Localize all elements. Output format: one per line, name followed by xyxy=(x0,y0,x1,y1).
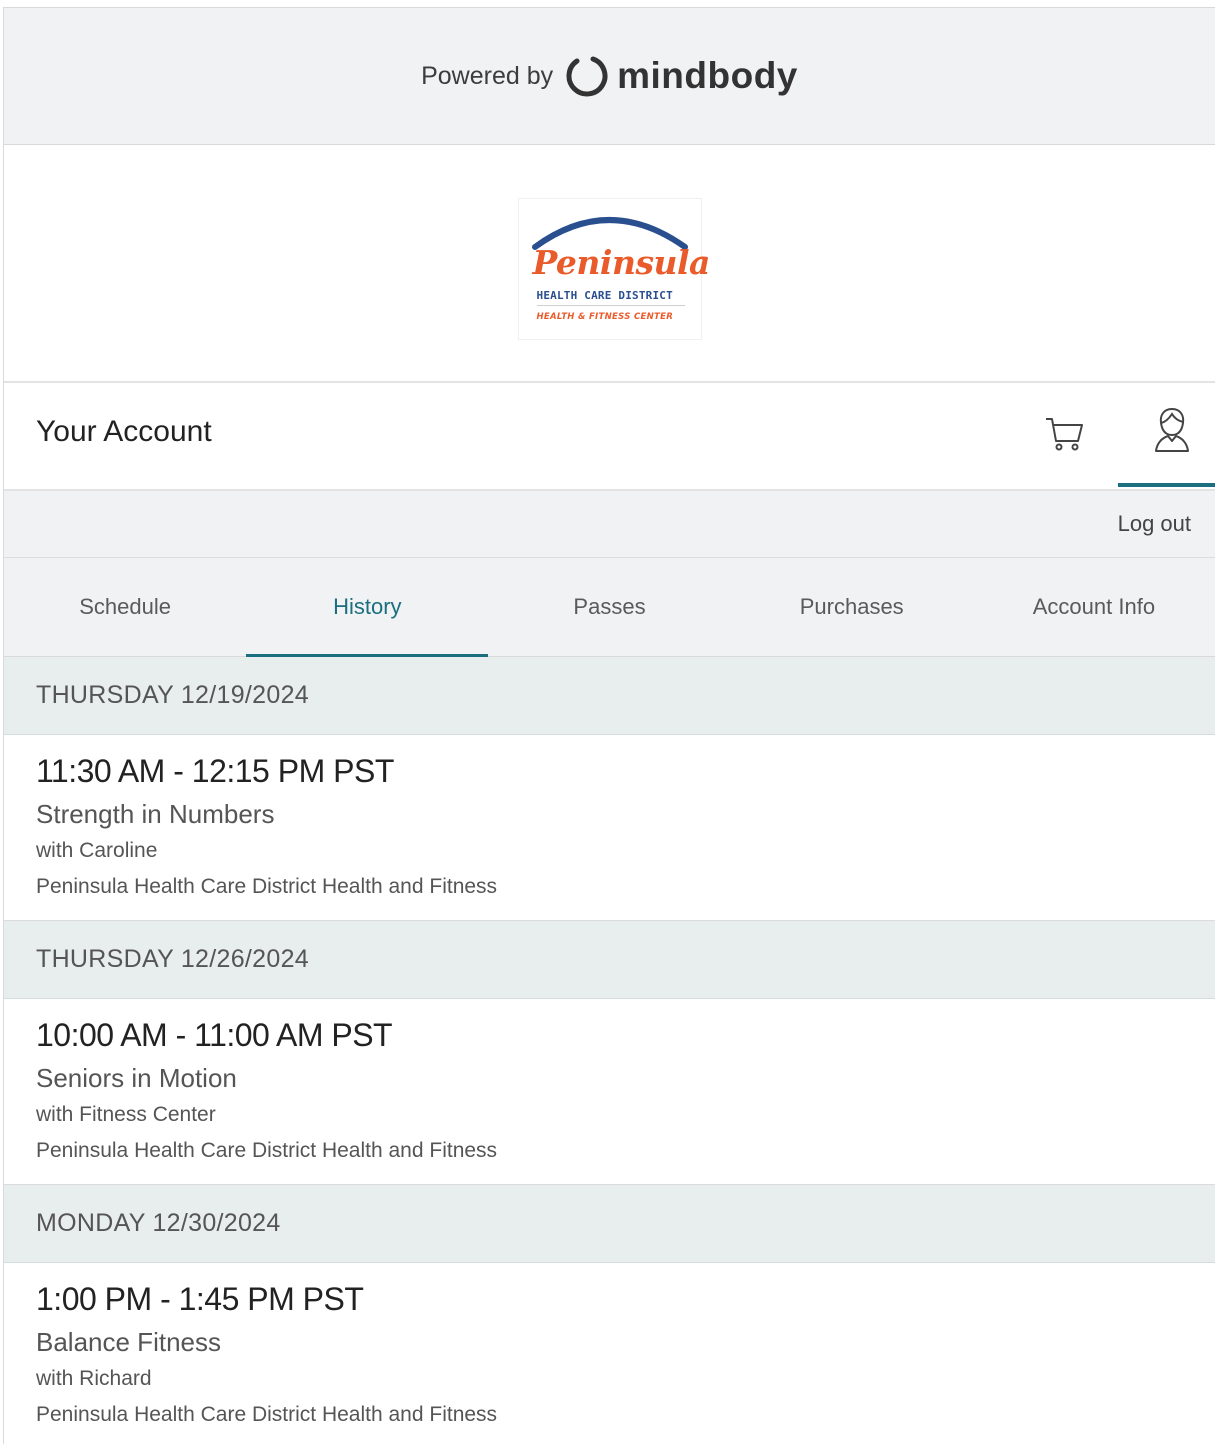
history-entry[interactable]: 11:30 AM - 12:15 PM PST Strength in Numb… xyxy=(4,735,1215,921)
history-entry[interactable]: 10:00 AM - 11:00 AM PST Seniors in Motio… xyxy=(4,999,1215,1185)
user-icon[interactable] xyxy=(1152,405,1192,455)
cart-icon[interactable] xyxy=(1042,411,1086,455)
logo-divider xyxy=(536,305,685,306)
page-title: Your Account xyxy=(36,415,212,448)
powered-by-bar: Powered by mindbody xyxy=(4,8,1215,145)
logout-link[interactable]: Log out xyxy=(1118,511,1191,537)
account-tabs: Schedule History Passes Purchases Accoun… xyxy=(4,558,1215,657)
logo-line-2: HEALTH & FITNESS CENTER xyxy=(536,312,674,322)
powered-by-label: Powered by xyxy=(421,61,554,90)
tab-account-info[interactable]: Account Info xyxy=(973,558,1215,656)
class-location: Peninsula Health Care District Health an… xyxy=(36,1403,498,1426)
day-header: THURSDAY 12/26/2024 xyxy=(4,921,1215,999)
class-instructor: with Richard xyxy=(36,1367,152,1390)
class-time: 10:00 AM - 11:00 AM PST xyxy=(36,1017,393,1053)
tab-schedule[interactable]: Schedule xyxy=(4,558,246,656)
day-header: MONDAY 12/30/2024 xyxy=(4,1185,1215,1263)
history-entry[interactable]: 1:00 PM - 1:45 PM PST Balance Fitness wi… xyxy=(4,1263,1215,1444)
account-header: Your Account xyxy=(4,383,1215,491)
studio-logo: Peninsula HEALTH CARE DISTRICT HEALTH & … xyxy=(517,198,710,340)
class-name: Balance Fitness xyxy=(36,1327,221,1357)
mindbody-wordmark: mindbody xyxy=(617,55,798,96)
mindbody-logo: mindbody xyxy=(563,53,798,99)
class-instructor: with Fitness Center xyxy=(36,1103,216,1126)
class-time: 1:00 PM - 1:45 PM PST xyxy=(36,1281,364,1317)
studio-brand-area: Peninsula HEALTH CARE DISTRICT HEALTH & … xyxy=(4,145,1215,383)
day-header: THURSDAY 12/19/2024 xyxy=(4,657,1215,735)
class-name: Seniors in Motion xyxy=(36,1063,237,1093)
class-instructor: with Caroline xyxy=(36,839,158,862)
profile-active-indicator xyxy=(1118,483,1215,487)
tab-purchases[interactable]: Purchases xyxy=(731,558,973,656)
logo-script-text: Peninsula xyxy=(532,243,711,282)
logo-line-1: HEALTH CARE DISTRICT xyxy=(536,289,673,302)
mindbody-ring-icon xyxy=(566,56,608,97)
class-location: Peninsula Health Care District Health an… xyxy=(36,1139,498,1162)
class-location: Peninsula Health Care District Health an… xyxy=(36,875,498,898)
class-name: Strength in Numbers xyxy=(36,799,275,829)
logout-bar: Log out xyxy=(4,491,1215,558)
tab-history[interactable]: History xyxy=(246,558,489,657)
tab-passes[interactable]: Passes xyxy=(488,558,730,656)
page-frame: Powered by mindbody Peninsula HEALTH CAR… xyxy=(3,7,1215,1444)
class-time: 11:30 AM - 12:15 PM PST xyxy=(36,753,394,789)
